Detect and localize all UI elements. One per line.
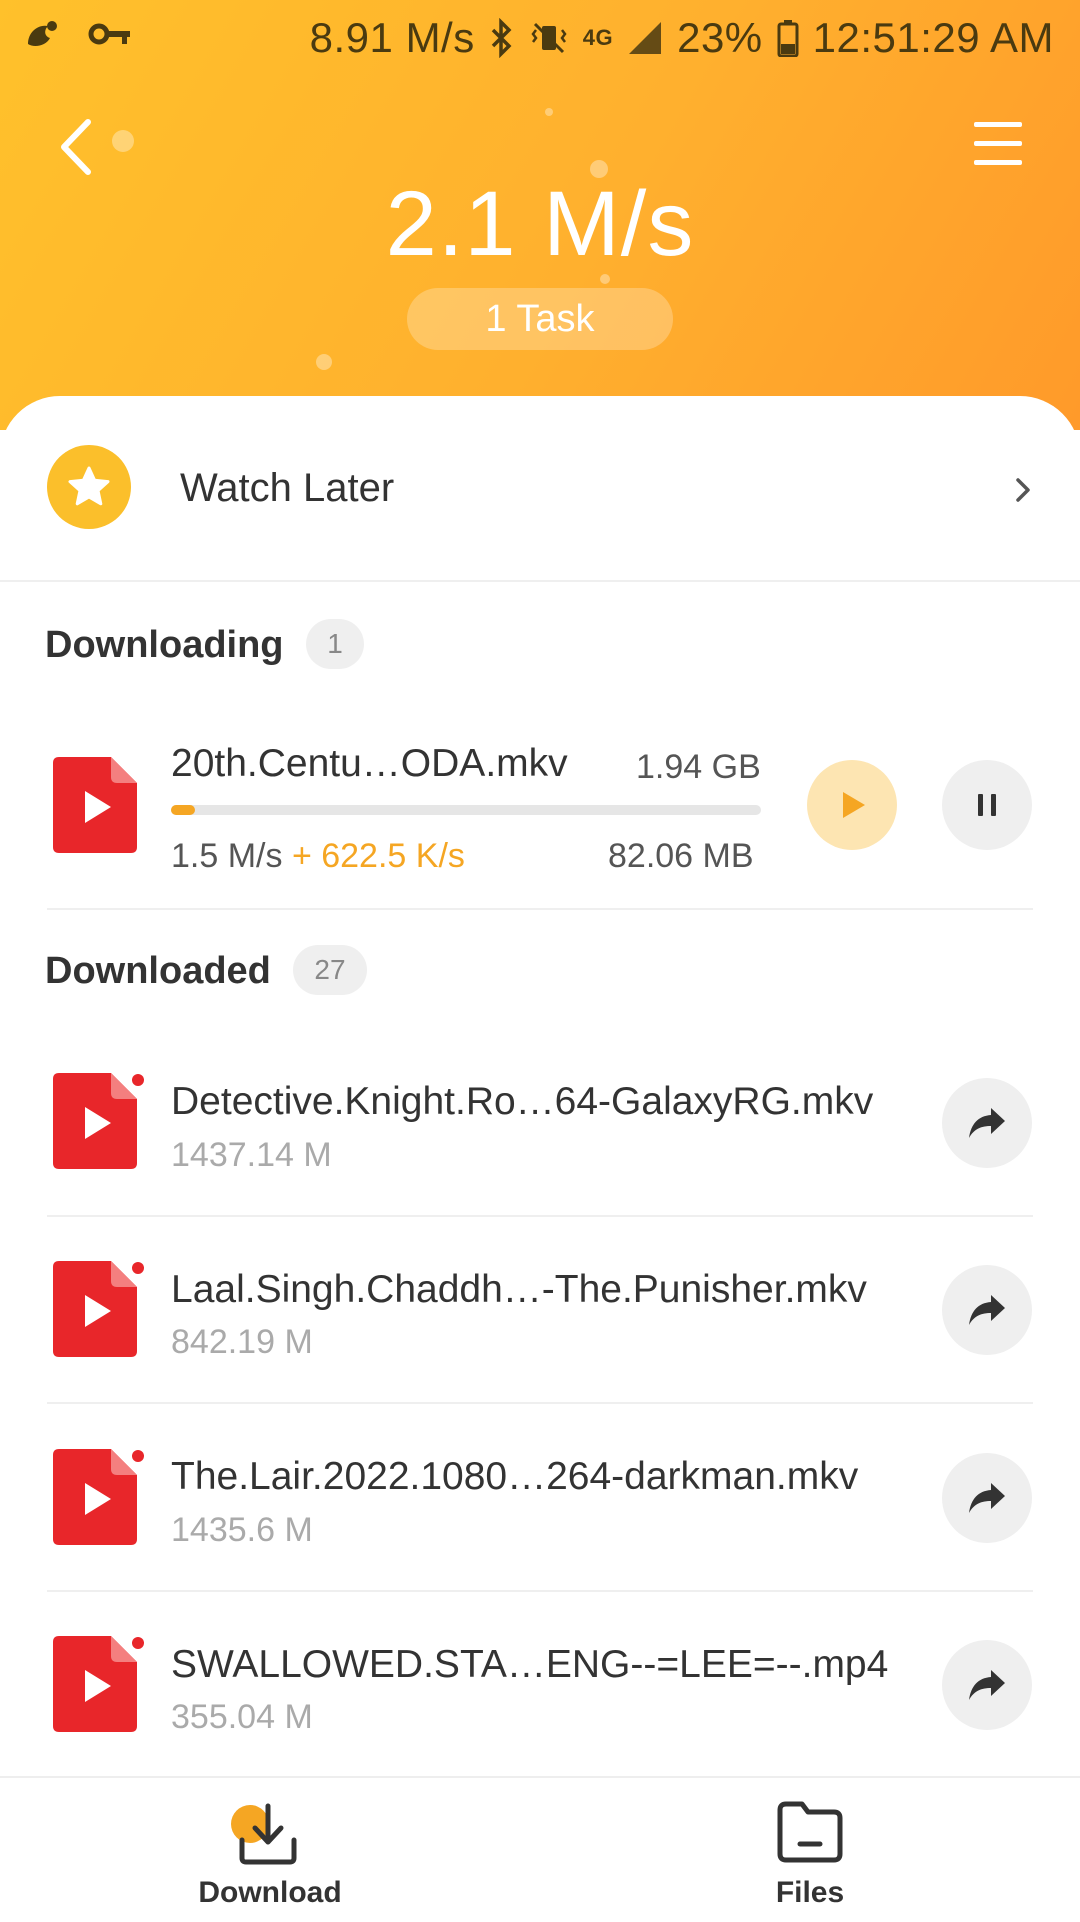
video-file-icon [53, 1636, 137, 1732]
share-button[interactable] [942, 1453, 1032, 1543]
download-speed-info: 1.5 M/s + 622.5 K/s [171, 837, 465, 876]
divider [47, 1215, 1033, 1217]
nav-files-tab[interactable]: Files [660, 1778, 960, 1922]
hamburger-menu-icon [974, 122, 1022, 165]
play-icon [843, 792, 865, 818]
divider [47, 1590, 1033, 1592]
status-bar: 8.91 M/s 4G 23% 12:51:29 AM [0, 0, 1080, 78]
downloaded-amount: 82.06 MB [608, 837, 754, 875]
download-progress-bar [171, 805, 761, 815]
file-size: 1437.14 M [171, 1136, 332, 1174]
battery-icon [777, 19, 799, 57]
nav-download-label: Download [198, 1876, 342, 1909]
divider [0, 580, 1080, 582]
download-speed: 1.5 M/s [171, 837, 283, 875]
file-size: 1435.6 M [171, 1511, 313, 1549]
network-type-label: 4G [582, 25, 614, 50]
download-icon [231, 1803, 297, 1865]
share-arrow-icon [969, 1483, 1005, 1513]
file-name: Laal.Singh.Chaddh…-The.Punisher.mkv [171, 1268, 867, 1311]
downloading-file-name[interactable]: 20th.Centu…ODA.mkv [171, 742, 568, 786]
play-button[interactable] [807, 760, 897, 850]
decor-dot [112, 130, 134, 152]
network-speed: 8.91 M/s [309, 14, 475, 61]
decor-dot [545, 108, 553, 116]
uc-browser-icon [22, 14, 62, 54]
pause-icon [978, 794, 996, 816]
download-boost-speed: + 622.5 K/s [291, 837, 465, 875]
menu-button[interactable] [970, 116, 1026, 172]
watch-later-star-icon [47, 445, 131, 529]
downloading-section-title: Downloading [45, 624, 284, 666]
bottom-navigation: Download Files [0, 1776, 1080, 1922]
file-size: 355.04 M [171, 1698, 313, 1736]
download-progress-fill [171, 805, 196, 815]
new-indicator-dot [132, 1450, 144, 1462]
divider [47, 908, 1033, 910]
total-download-speed: 2.1 M/s [385, 173, 695, 275]
downloading-count-badge: 1 [306, 619, 364, 669]
video-file-icon [53, 1261, 137, 1357]
file-name: SWALLOWED.STA…ENG--=LEE=--.mp4 [171, 1643, 889, 1686]
pause-button[interactable] [942, 760, 1032, 850]
battery-percent: 23% [677, 14, 763, 61]
new-indicator-dot [132, 1262, 144, 1274]
task-count-pill[interactable]: 1 Task [407, 288, 673, 350]
video-file-icon [53, 1073, 137, 1169]
decor-dot [316, 354, 332, 370]
new-indicator-dot [132, 1637, 144, 1649]
downloaded-section-title: Downloaded [45, 950, 271, 992]
nav-files-label: Files [775, 1876, 845, 1909]
chevron-right-icon [1016, 478, 1030, 502]
vibrate-mute-icon [529, 18, 569, 58]
share-arrow-icon [969, 1108, 1005, 1138]
video-file-icon [53, 757, 137, 853]
new-indicator-dot [132, 1074, 144, 1086]
video-file-icon [53, 1449, 137, 1545]
vpn-key-icon [88, 19, 132, 49]
share-button[interactable] [942, 1265, 1032, 1355]
share-arrow-icon [969, 1295, 1005, 1325]
watch-later-label: Watch Later [180, 466, 395, 510]
bluetooth-icon [489, 18, 515, 58]
share-arrow-icon [969, 1670, 1005, 1700]
share-button[interactable] [942, 1078, 1032, 1168]
file-name: Detective.Knight.Ro…64-GalaxyRG.mkv [171, 1080, 874, 1123]
nav-download-tab[interactable]: Download [120, 1778, 420, 1922]
watch-later-row[interactable] [0, 396, 1080, 581]
downloaded-count-badge: 27 [293, 945, 367, 995]
downloading-total-size: 1.94 GB [636, 748, 761, 786]
share-button[interactable] [942, 1640, 1032, 1730]
file-size: 842.19 M [171, 1323, 313, 1361]
folder-icon [777, 1801, 843, 1863]
file-name: The.Lair.2022.1080…264-darkman.mkv [171, 1455, 859, 1498]
clock: 12:51:29 AM [812, 14, 1054, 61]
divider [47, 1402, 1033, 1404]
signal-icon [627, 20, 663, 56]
